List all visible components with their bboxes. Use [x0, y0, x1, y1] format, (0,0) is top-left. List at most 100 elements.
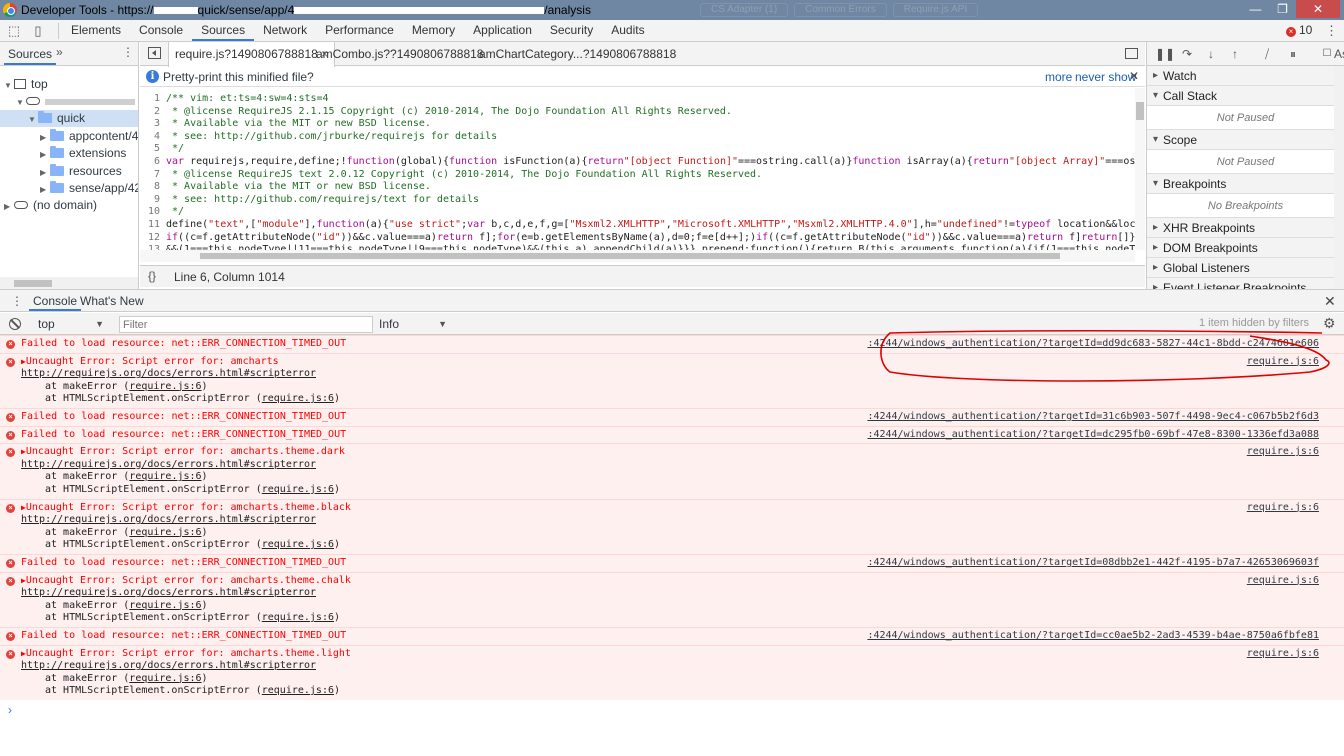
- expand-arrow-icon[interactable]: ▼: [4, 77, 14, 93]
- more-tabs-icon[interactable]: »: [56, 45, 63, 59]
- console-filter-input[interactable]: [119, 316, 373, 333]
- gear-icon[interactable]: ⚙: [1323, 315, 1336, 332]
- message-text[interactable]: ▶Uncaught Error: Script error for: amcha…: [21, 356, 279, 369]
- navigator-menu-icon[interactable]: ⋮: [122, 45, 134, 59]
- tab-memory[interactable]: Memory: [403, 20, 464, 41]
- debugger-scrollbar[interactable]: [1334, 66, 1344, 289]
- step-over-icon[interactable]: ↷: [1179, 46, 1195, 62]
- tab-sources[interactable]: Sources: [4, 45, 57, 65]
- line-number[interactable]: 12: [140, 232, 166, 245]
- tree-item[interactable]: ▼: [0, 93, 138, 110]
- stack-frame-link[interactable]: require.js:6: [262, 612, 334, 623]
- clear-console-icon[interactable]: [9, 318, 21, 330]
- collapse-arrow-icon[interactable]: ▶: [40, 146, 50, 162]
- pause-on-exceptions-icon[interactable]: ⏸: [1285, 46, 1301, 62]
- line-number[interactable]: 4: [140, 131, 166, 144]
- scroll-thumb[interactable]: [1136, 102, 1144, 120]
- pane-xhr-breakpoints[interactable]: XHR Breakpoints: [1147, 218, 1344, 238]
- maximize-button[interactable]: ❐: [1269, 0, 1296, 18]
- message-source-link[interactable]: :4244/windows_authentication/?targetId=3…: [867, 411, 1319, 424]
- tab-whats-new[interactable]: What's New: [76, 294, 148, 309]
- tab-console[interactable]: Console: [130, 20, 192, 41]
- collapse-arrow-icon[interactable]: ▶: [40, 164, 50, 180]
- context-selector[interactable]: top ▼: [36, 316, 106, 332]
- browser-tab[interactable]: CS Adapter (1): [700, 3, 789, 17]
- stack-frame-link[interactable]: require.js:6: [262, 484, 334, 495]
- message-source-link[interactable]: :4244/windows_authentication/?targetId=d…: [867, 429, 1319, 442]
- infobar-close-icon[interactable]: ✕: [1129, 69, 1139, 83]
- error-docs-link[interactable]: http://requirejs.org/docs/errors.html#sc…: [21, 660, 316, 673]
- error-docs-link[interactable]: http://requirejs.org/docs/errors.html#sc…: [21, 514, 316, 527]
- step-into-icon[interactable]: ↓: [1203, 46, 1219, 62]
- stack-frame-link[interactable]: require.js:6: [262, 393, 334, 404]
- tab-application[interactable]: Application: [464, 20, 541, 41]
- devtools-menu-icon[interactable]: ⋮: [1325, 23, 1338, 39]
- log-level-select[interactable]: Info ▼: [379, 316, 447, 332]
- message-text[interactable]: ▶Uncaught Error: Script error for: amcha…: [21, 502, 351, 515]
- message-source-link[interactable]: :4244/windows_authentication/?targetId=d…: [867, 338, 1319, 351]
- line-number[interactable]: 2: [140, 106, 166, 119]
- line-number[interactable]: 7: [140, 169, 166, 182]
- inspect-element-icon[interactable]: ⬚: [6, 23, 22, 39]
- editor-horizontal-scrollbar[interactable]: [140, 250, 1135, 262]
- tree-item[interactable]: ▶ (no domain): [0, 197, 138, 214]
- tab-sources[interactable]: Sources: [192, 20, 255, 41]
- line-number[interactable]: 5: [140, 143, 166, 156]
- tab-console[interactable]: Console: [29, 294, 82, 311]
- stack-frame-link[interactable]: require.js:6: [129, 471, 201, 482]
- editor-tab[interactable]: amCombo.js??1490806788818: [310, 42, 489, 66]
- stack-frame-link[interactable]: require.js:6: [129, 381, 201, 392]
- expand-arrow-icon[interactable]: ▼: [28, 111, 38, 127]
- collapse-arrow-icon[interactable]: ▶: [4, 198, 14, 214]
- tab-security[interactable]: Security: [541, 20, 602, 41]
- line-number[interactable]: 9: [140, 194, 166, 207]
- tree-item[interactable]: ▼ top: [0, 76, 138, 93]
- tree-item[interactable]: ▼ quick: [0, 110, 138, 127]
- error-counter[interactable]: × 10: [1286, 23, 1312, 37]
- stack-frame-link[interactable]: require.js:6: [262, 685, 334, 696]
- code-editor[interactable]: 1/** vim: et:ts=4:sw=4:sts=4 2 * @license…: [140, 88, 1135, 250]
- error-docs-link[interactable]: http://requirejs.org/docs/errors.html#sc…: [21, 459, 316, 472]
- minimize-button[interactable]: —: [1242, 0, 1269, 18]
- collapse-arrow-icon[interactable]: ▶: [40, 129, 50, 145]
- line-number[interactable]: 1: [140, 93, 166, 106]
- pane-dom-breakpoints[interactable]: DOM Breakpoints: [1147, 238, 1344, 258]
- tree-item[interactable]: ▶ resources: [0, 163, 138, 180]
- device-toolbar-icon[interactable]: ▯: [30, 23, 46, 39]
- message-source-link[interactable]: require.js:6: [1247, 502, 1319, 515]
- message-text[interactable]: ▶Uncaught Error: Script error for: amcha…: [21, 648, 351, 661]
- message-text[interactable]: ▶Uncaught Error: Script error for: amcha…: [21, 446, 345, 459]
- message-source-link[interactable]: require.js:6: [1247, 356, 1319, 369]
- collapse-arrow-icon[interactable]: ▶: [40, 181, 50, 197]
- pane-global-listeners[interactable]: Global Listeners: [1147, 258, 1344, 278]
- error-docs-link[interactable]: http://requirejs.org/docs/errors.html#sc…: [21, 368, 316, 381]
- stack-frame-link[interactable]: require.js:6: [129, 673, 201, 684]
- message-source-link[interactable]: require.js:6: [1247, 648, 1319, 661]
- stack-frame-link[interactable]: require.js:6: [262, 539, 334, 550]
- close-drawer-icon[interactable]: ✕: [1324, 293, 1336, 310]
- pane-watch[interactable]: Watch: [1147, 66, 1344, 86]
- message-text[interactable]: ▶Uncaught Error: Script error for: amcha…: [21, 575, 351, 588]
- scroll-thumb[interactable]: [14, 280, 52, 287]
- navigator-scrollbar[interactable]: [0, 277, 138, 289]
- drawer-menu-icon[interactable]: ⋮: [11, 294, 23, 308]
- pane-scope[interactable]: Scope: [1147, 130, 1344, 150]
- tab-network[interactable]: Network: [254, 20, 316, 41]
- async-checkbox[interactable]: ☐: [1319, 46, 1335, 62]
- pane-call-stack[interactable]: Call Stack: [1147, 86, 1344, 106]
- message-source-link[interactable]: :4244/windows_authentication/?targetId=0…: [867, 557, 1319, 570]
- toggle-debugger-icon[interactable]: [1125, 48, 1138, 59]
- toggle-navigator-icon[interactable]: [148, 47, 161, 59]
- tab-elements[interactable]: Elements: [62, 20, 130, 41]
- line-number[interactable]: 6: [140, 156, 166, 169]
- tree-item[interactable]: ▶ sense/app/42f64: [0, 180, 138, 197]
- line-number[interactable]: 3: [140, 118, 166, 131]
- line-number[interactable]: 8: [140, 181, 166, 194]
- infobar-never-show-link[interactable]: never show: [1075, 70, 1136, 84]
- deactivate-breakpoints-icon[interactable]: ⧸: [1259, 46, 1275, 62]
- stack-frame-link[interactable]: require.js:6: [129, 600, 201, 611]
- infobar-more-link[interactable]: more: [1045, 70, 1072, 84]
- scroll-thumb[interactable]: [200, 253, 1060, 259]
- pretty-print-button[interactable]: {}: [148, 269, 156, 283]
- step-out-icon[interactable]: ↑: [1227, 46, 1243, 62]
